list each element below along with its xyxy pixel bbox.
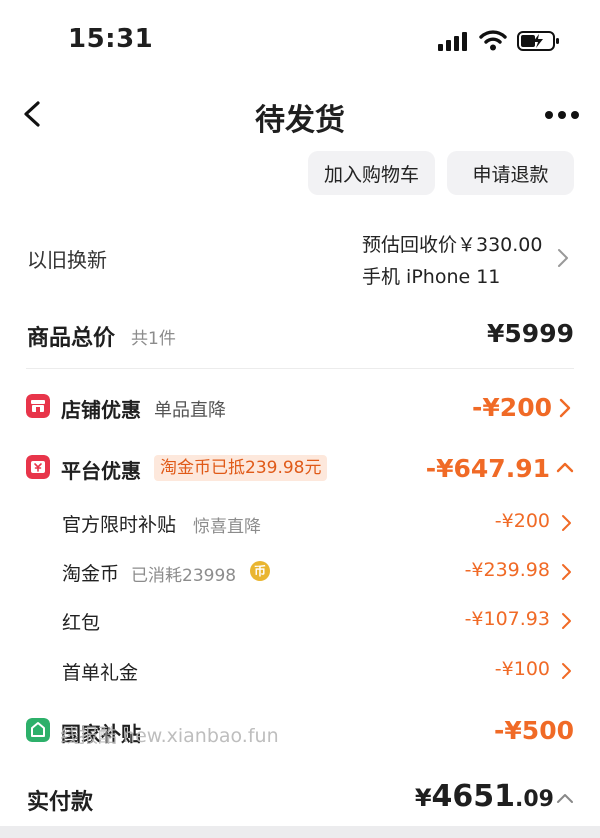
first-order-gift-label: 首单礼金 — [62, 662, 139, 684]
shop-discount-amount[interactable]: -¥200 — [472, 393, 552, 422]
actual-payment-label: 实付款 — [27, 790, 94, 815]
red-packet-label: 红包 — [62, 612, 101, 634]
payment-integer: 4651 — [431, 779, 516, 814]
taojinbi-amount[interactable]: -¥239.98 — [465, 559, 550, 581]
apply-refund-button[interactable]: 申请退款 — [447, 151, 574, 195]
shop-discount-note: 单品直降 — [154, 400, 226, 421]
coin-badge-icon: 币 — [250, 561, 270, 581]
actual-payment-amount: ¥4651.09 — [415, 779, 554, 814]
platform-discount-amount[interactable]: -¥647.91 — [426, 454, 550, 483]
trade-in-device[interactable]: 手机 iPhone 11 — [362, 262, 500, 289]
official-subsidy-chevron-right-icon[interactable] — [560, 514, 572, 532]
add-to-cart-button[interactable]: 加入购物车 — [308, 151, 435, 195]
platform-discount-chevron-up-icon[interactable] — [556, 461, 574, 473]
taojinbi-consumed-note: 已消耗23998 — [131, 566, 237, 586]
official-subsidy-note: 惊喜直降 — [193, 517, 261, 537]
red-packet-amount[interactable]: -¥107.93 — [465, 608, 550, 630]
shop-icon — [26, 394, 50, 418]
goods-total-label: 商品总价 — [27, 326, 116, 351]
taojinbi-chevron-right-icon[interactable] — [560, 563, 572, 581]
wifi-icon — [479, 30, 507, 51]
trade-in-label: 以旧换新 — [27, 248, 107, 272]
national-subsidy-amount: -¥500 — [494, 716, 574, 745]
trade-in-estimate[interactable]: 预估回收价￥330.00 — [362, 230, 542, 257]
taojinbi-deduction-chip: 淘金币已抵239.98元 — [154, 455, 328, 481]
official-subsidy-label: 官方限时补贴 — [62, 514, 177, 536]
taojinbi-label: 淘金币 — [62, 563, 120, 585]
platform-discount-label: 平台优惠 — [61, 459, 141, 483]
status-time: 15:31 — [68, 24, 154, 54]
more-options-icon[interactable] — [544, 109, 580, 121]
cellular-signal-icon — [438, 32, 467, 51]
first-order-gift-amount[interactable]: -¥100 — [495, 658, 550, 680]
battery-charging-icon — [517, 31, 559, 51]
official-subsidy-amount[interactable]: -¥200 — [495, 510, 550, 532]
goods-total-price: ¥5999 — [487, 319, 574, 348]
platform-coupon-icon — [26, 455, 50, 479]
divider — [26, 368, 574, 369]
trade-in-chevron-right-icon[interactable] — [556, 248, 570, 268]
shop-discount-chevron-right-icon[interactable] — [558, 398, 572, 418]
red-packet-chevron-right-icon[interactable] — [560, 612, 572, 630]
goods-count: 共1件 — [131, 329, 176, 349]
national-subsidy-icon — [26, 718, 50, 742]
payment-decimal: .09 — [515, 787, 554, 812]
payment-chevron-up-icon[interactable] — [556, 792, 574, 804]
bottom-background-strip — [0, 826, 600, 838]
order-detail-card: 15:31 待发货 加入购物车 申请退款 以旧换新 预估回收价￥330.00 手… — [0, 0, 600, 826]
payment-currency: ¥ — [414, 784, 432, 812]
first-order-gift-chevron-right-icon[interactable] — [560, 662, 572, 680]
page-title: 待发货 — [255, 103, 345, 138]
shop-discount-label: 店铺优惠 — [61, 398, 141, 422]
watermark-text: 线报酷 new.xianbao.fun — [60, 725, 279, 747]
